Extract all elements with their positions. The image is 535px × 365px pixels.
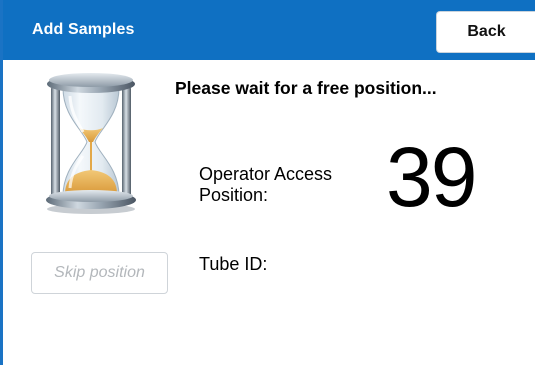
position-label-line1: Operator Access [199,164,333,184]
position-label-line2: Position: [199,185,269,205]
hourglass-icon [46,73,136,214]
skip-position-button[interactable]: Skip position [31,252,168,294]
tube-id-label: Tube ID: [199,254,268,274]
screen-frame: Add Samples Back Please wait for a free … [0,0,535,365]
page-title: Add Samples [32,21,135,38]
header-bar: Add Samples Back [3,0,535,60]
back-button[interactable]: Back [436,11,535,53]
position-number: 39 [386,130,477,224]
operator-access-position-label: Operator Access Position: [199,164,332,206]
wait-message: Please wait for a free position... [175,78,437,98]
